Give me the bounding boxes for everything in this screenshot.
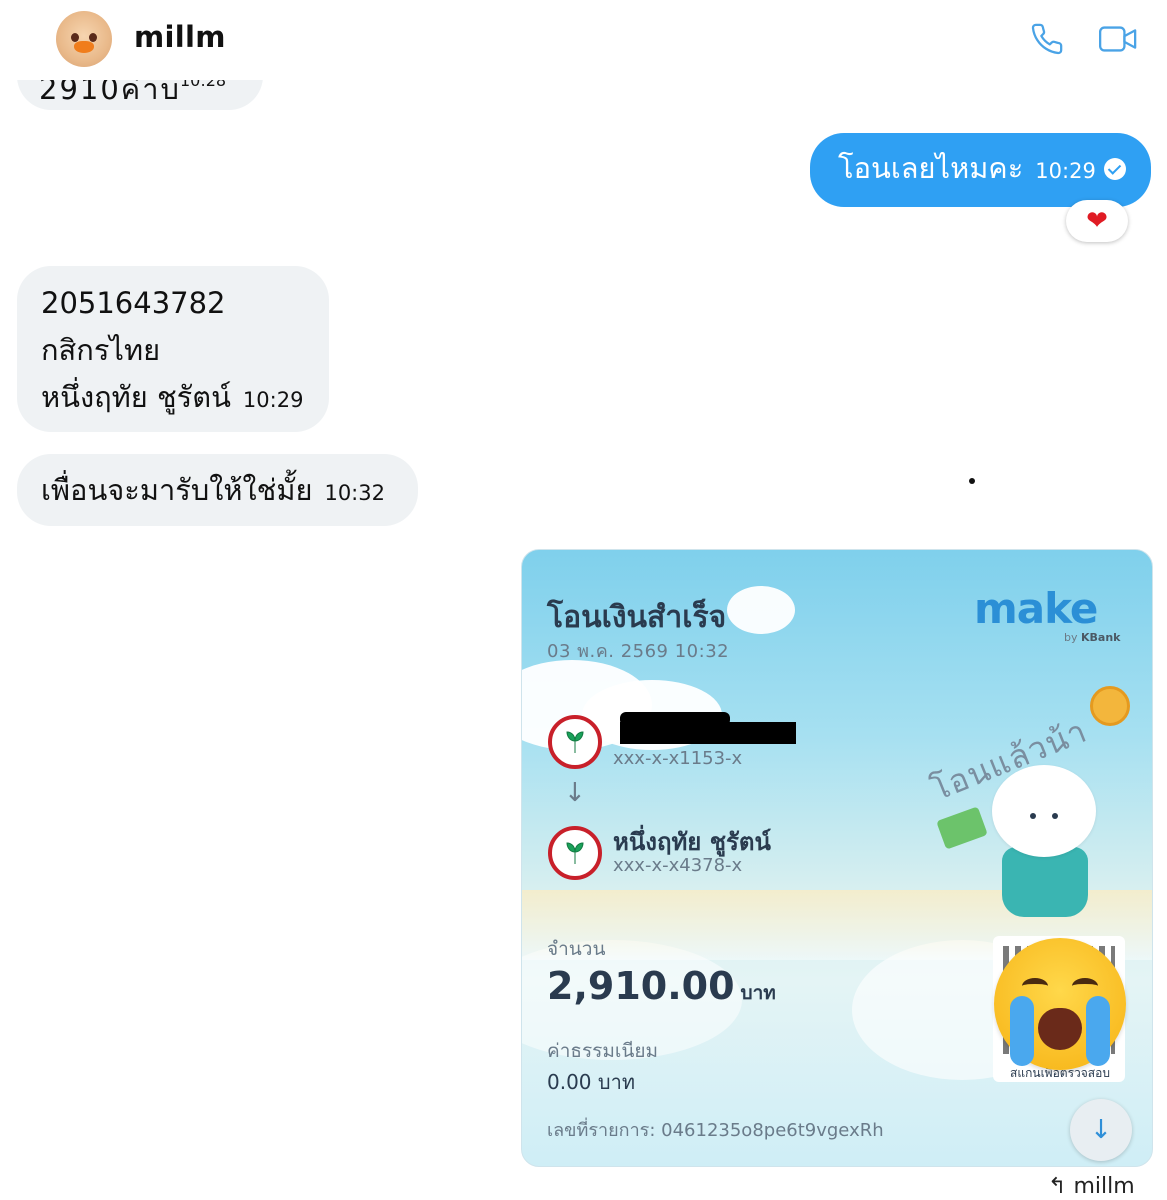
transfer-receipt-image[interactable]: โอนเงินสำเร็จ 03 พ.ค. 2569 10:32 make by…	[521, 549, 1153, 1167]
chat-header: millm	[0, 0, 1167, 80]
amount-value: 2,910.00 บาท	[547, 964, 776, 1008]
message-bubble-outgoing[interactable]: โอนเลยไหมคะ 10:29	[810, 133, 1151, 207]
message-line: กสิกรไทย	[41, 333, 161, 367]
avatar-beak	[74, 41, 94, 53]
stray-dot	[969, 478, 975, 484]
kbank-logo-icon	[548, 715, 602, 769]
sender-account-number: xxx-x-x1153-x	[613, 748, 743, 769]
make-logo: make	[974, 584, 1098, 633]
receipt-title: โอนเงินสำเร็จ	[547, 600, 727, 635]
message-time: 10:28	[180, 71, 227, 90]
recipient-account-number: xxx-x-x4378-x	[613, 855, 743, 876]
message-line: 2051643782	[41, 286, 226, 320]
contact-name[interactable]: millm	[134, 20, 226, 54]
heart-reaction-icon[interactable]: ❤	[1066, 200, 1128, 242]
reply-indicator[interactable]: ↰ millm	[1048, 1174, 1135, 1199]
fee-value: 0.00 บาท	[547, 1070, 635, 1094]
crying-face-emoji-icon	[994, 938, 1126, 1070]
arrow-down-icon: ↓	[564, 778, 586, 808]
mascot-illustration	[936, 765, 1110, 925]
reply-to-name: millm	[1073, 1174, 1135, 1199]
receipt-datetime: 03 พ.ค. 2569 10:32	[547, 641, 730, 662]
coin-icon	[1090, 686, 1130, 726]
message-line: หนึ่งฤทัย ชูรัตน์	[41, 380, 231, 414]
message-bubble-incoming[interactable]: 2051643782 กสิกรไทย หนึ่งฤทัย ชูรัตน์ 10:…	[17, 266, 329, 432]
cloud-decoration	[727, 586, 795, 634]
fee-label: ค่าธรรมเนียม	[547, 1040, 659, 1062]
message-time: 10:32	[324, 481, 385, 505]
transaction-reference: เลขที่รายการ: 0461235o8pe6t9vgexRh	[547, 1120, 884, 1141]
message-time: 10:29	[242, 388, 304, 412]
message-text: เพื่อนจะมารับให้ใช่มั้ย	[41, 473, 313, 507]
video-call-icon[interactable]	[1098, 22, 1138, 60]
avatar[interactable]	[56, 11, 112, 67]
phone-icon[interactable]	[1030, 22, 1064, 60]
message-text: โอนเลยไหมคะ	[838, 151, 1024, 185]
download-arrow-icon[interactable]: ↓	[1070, 1099, 1132, 1161]
redaction-mark	[620, 722, 796, 744]
message-time: 10:29	[1035, 159, 1096, 183]
amount-label: จำนวน	[547, 938, 606, 960]
avatar-eye	[89, 33, 97, 42]
message-bubble-incoming[interactable]: เพื่อนจะมารับให้ใช่มั้ย 10:32	[17, 454, 418, 526]
kbank-logo-icon	[548, 826, 602, 880]
read-check-icon	[1103, 158, 1126, 180]
kbank-byline: by KBank	[1064, 631, 1121, 644]
